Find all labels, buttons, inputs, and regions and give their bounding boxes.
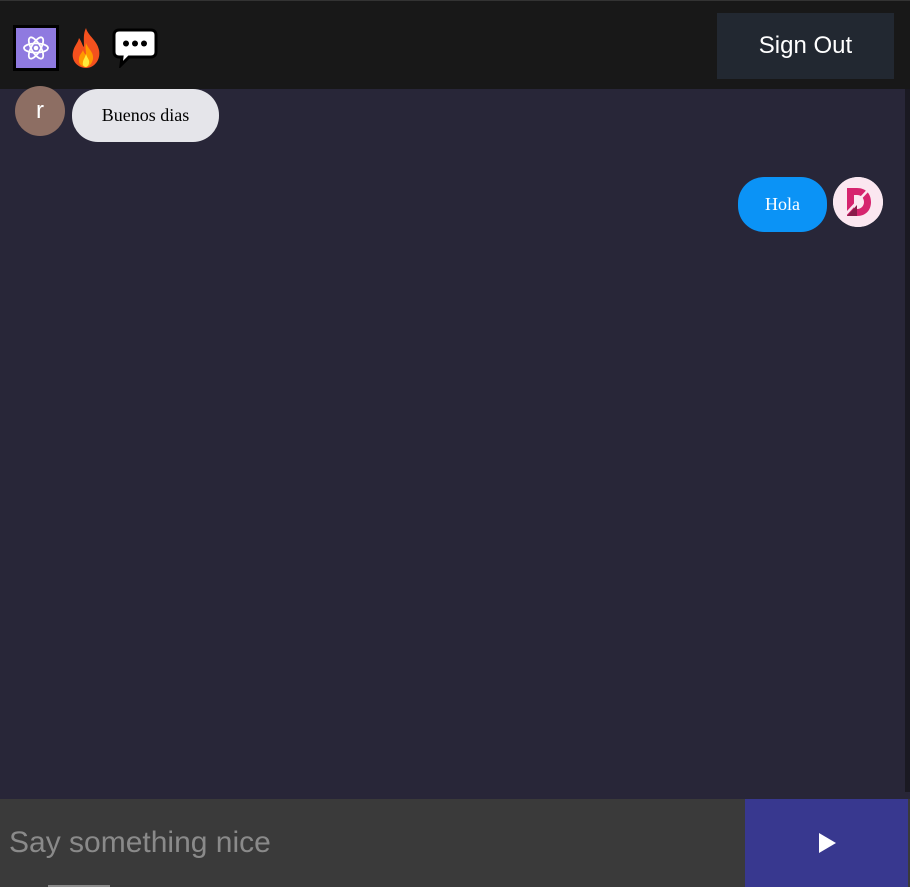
atom-icon (13, 25, 59, 71)
message-input[interactable] (0, 799, 745, 887)
avatar: r (15, 86, 65, 136)
received-message-bubble: Buenos dias (72, 89, 219, 142)
avatar-letter: r (36, 97, 44, 124)
message-text: Hola (765, 194, 800, 214)
sent-message-bubble: Hola (738, 177, 827, 232)
app-header: Sign Out (0, 0, 910, 89)
sign-out-button[interactable]: Sign Out (717, 13, 894, 79)
fire-icon (65, 25, 107, 71)
send-button[interactable] (745, 799, 908, 887)
play-icon (818, 833, 836, 853)
scrollbar[interactable] (905, 89, 910, 792)
message-composer (0, 799, 910, 887)
avatar (833, 177, 883, 227)
d-logo-icon (833, 177, 883, 227)
speech-bubble-icon (110, 25, 160, 71)
message-text: Buenos dias (101, 105, 190, 125)
